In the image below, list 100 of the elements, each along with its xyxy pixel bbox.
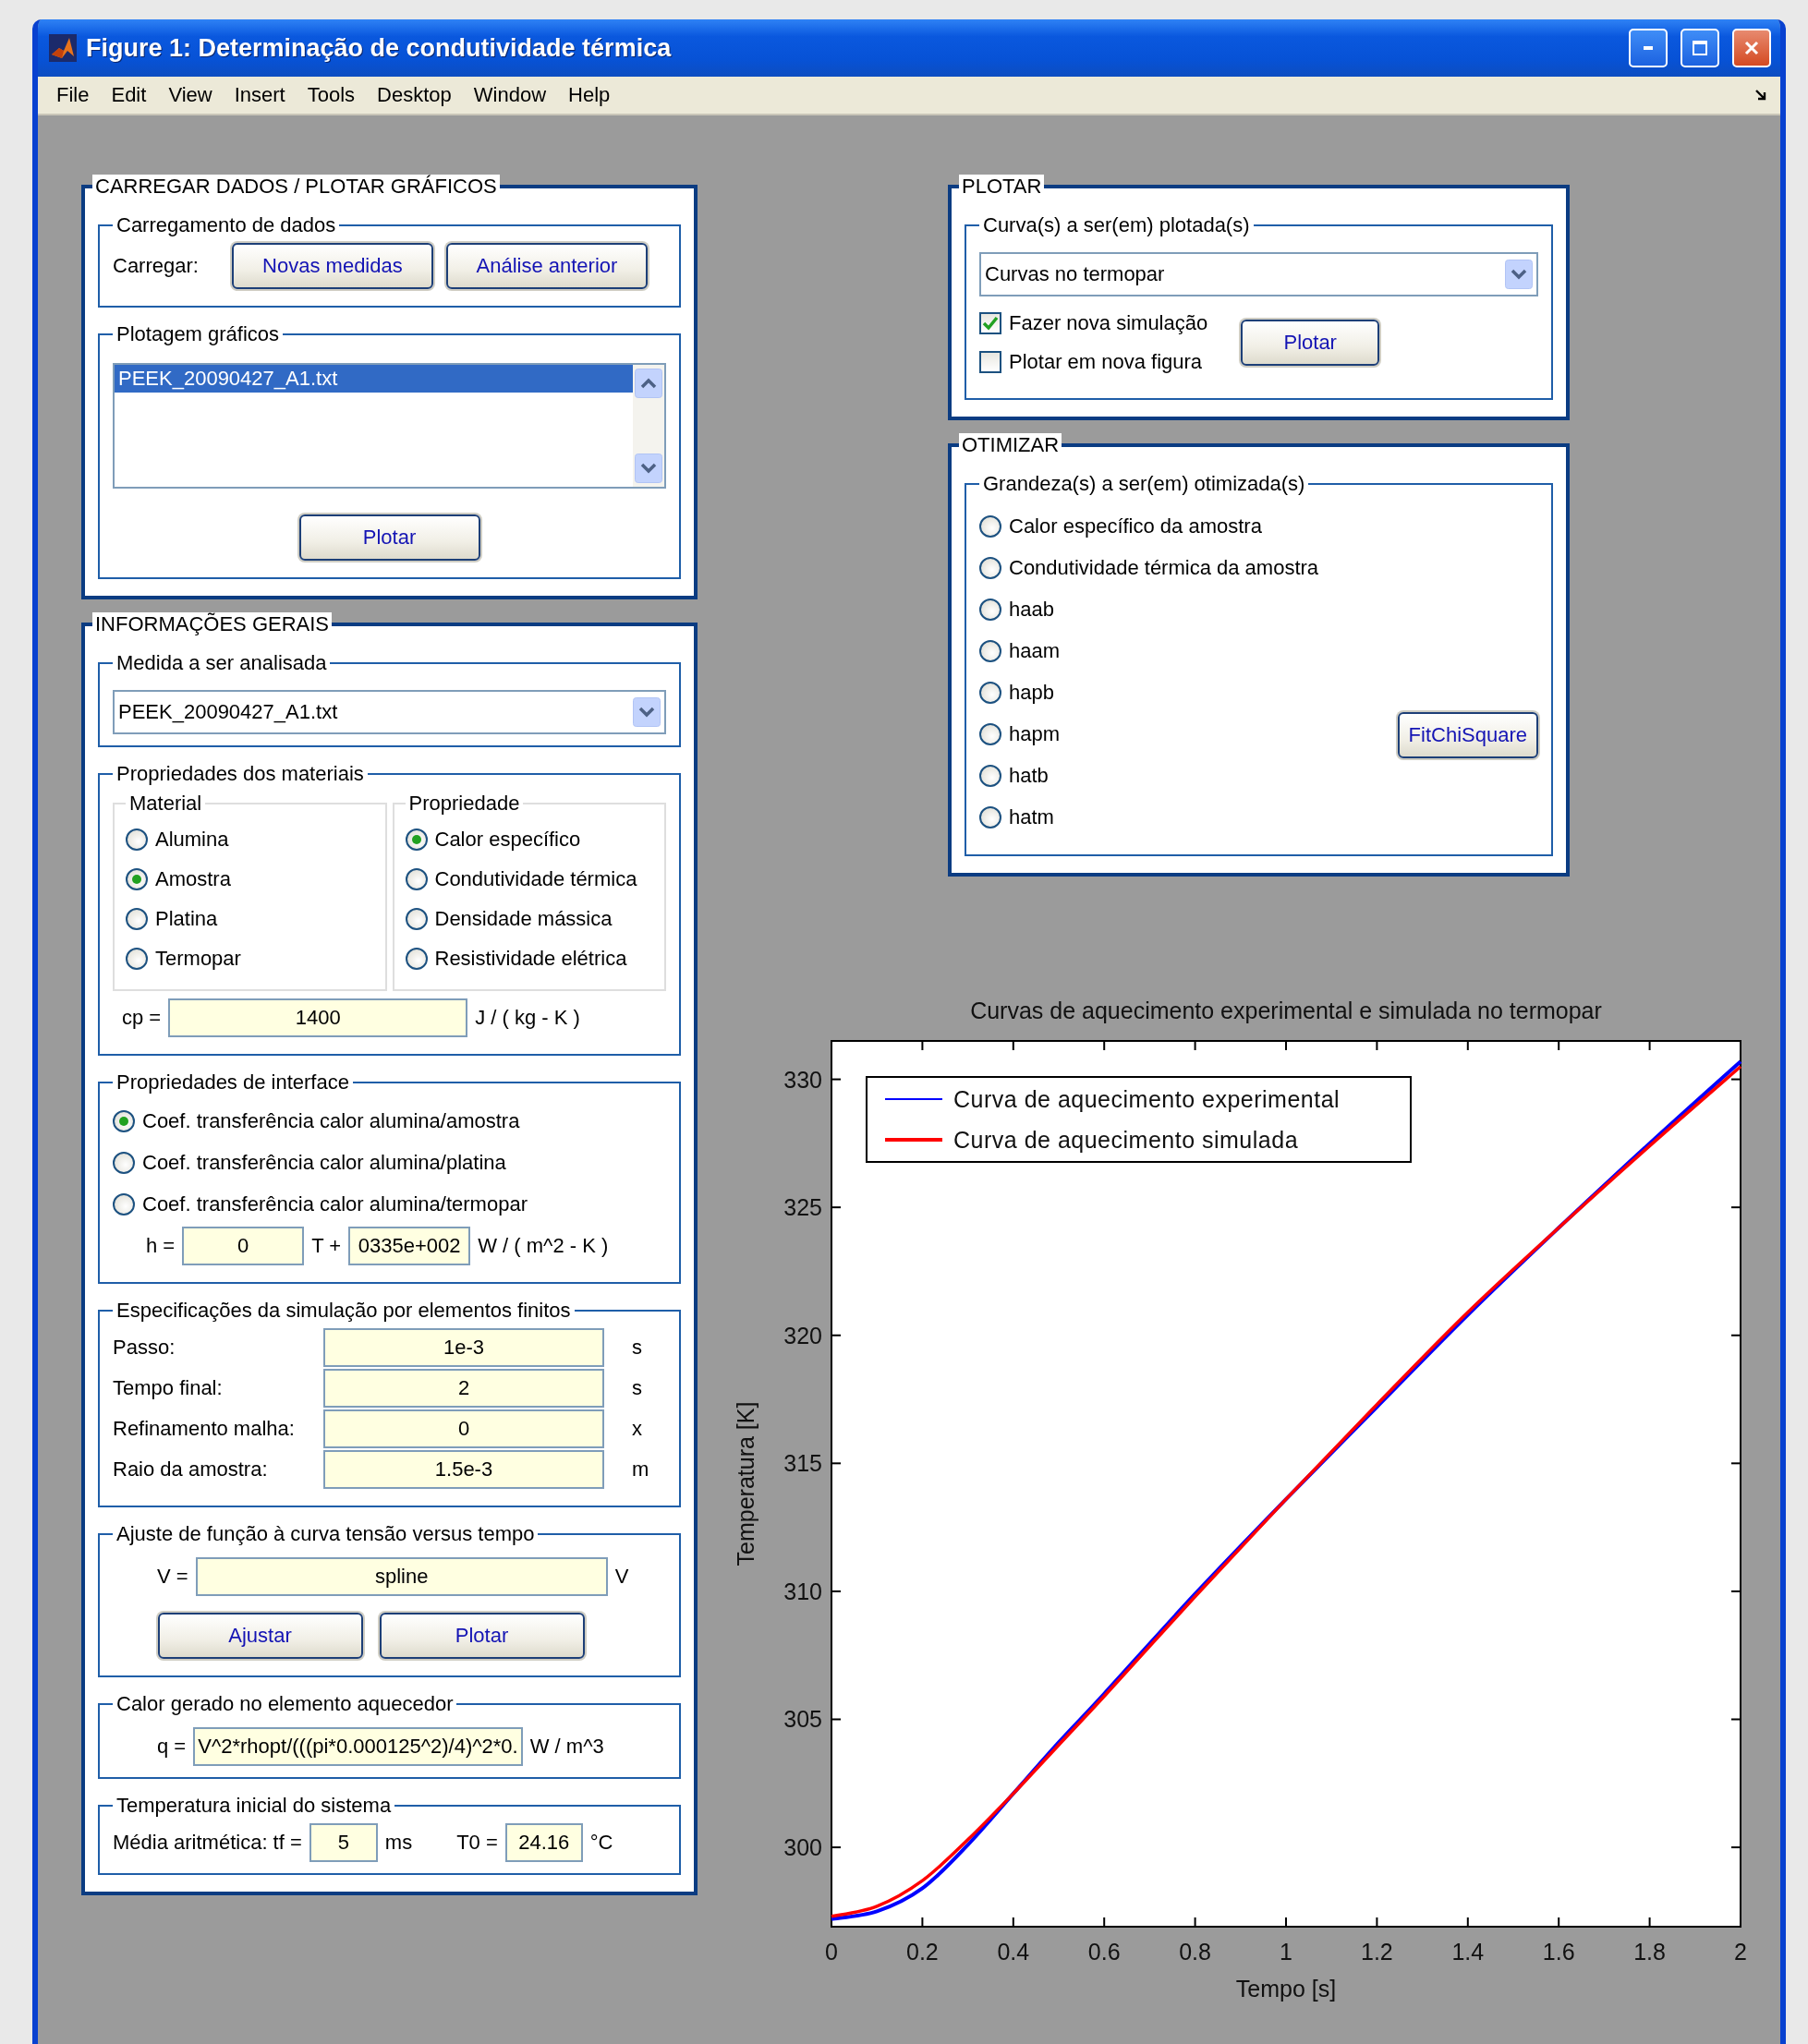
- dropdown[interactable]: PEEK_20090427_A1.txt: [113, 690, 666, 734]
- menu-item[interactable]: Window: [462, 83, 558, 107]
- field-label: V =: [157, 1565, 188, 1589]
- tick-label: 0.4: [997, 1939, 1030, 1965]
- maximize-button[interactable]: [1681, 29, 1719, 67]
- dock-arrow-icon[interactable]: [1754, 89, 1767, 102]
- scroll-down-icon[interactable]: [635, 454, 662, 483]
- unit-label: x: [631, 1417, 643, 1441]
- file-list[interactable]: PEEK_20090427_A1.txt: [113, 363, 666, 489]
- input-field[interactable]: 0: [182, 1227, 305, 1265]
- plot-button[interactable]: Plotar: [298, 514, 480, 561]
- scroll-up-icon[interactable]: [635, 369, 662, 398]
- unit-label: W / ( m^2 - K ): [478, 1234, 609, 1258]
- tick-label: 300: [783, 1834, 822, 1861]
- group-title: Propriedades de interface: [115, 1070, 350, 1095]
- fit-button[interactable]: FitChiSquare: [1397, 712, 1538, 758]
- menu-item[interactable]: Help: [557, 83, 622, 107]
- checkbox[interactable]: [979, 312, 1001, 334]
- radio-button[interactable]: [113, 1151, 135, 1174]
- option-label: Alumina: [155, 827, 229, 852]
- menu-item[interactable]: File: [45, 83, 101, 107]
- input-field[interactable]: 2: [323, 1369, 604, 1408]
- minimize-button[interactable]: [1629, 29, 1668, 67]
- close-icon: [1742, 39, 1761, 57]
- unit-label: s: [631, 1376, 643, 1400]
- radio-button[interactable]: [979, 598, 1001, 621]
- radio-button[interactable]: [979, 764, 1001, 787]
- option-label: Densidade mássica: [434, 906, 613, 931]
- field-label: cp =: [122, 1006, 162, 1030]
- chevron-down-icon: [633, 697, 661, 727]
- radio-button[interactable]: [405, 867, 428, 890]
- group-title: Temperatura inicial do sistema: [115, 1794, 393, 1818]
- tick-label: 1: [1280, 1939, 1292, 1965]
- radio-button[interactable]: [405, 828, 428, 851]
- radio-button[interactable]: [979, 681, 1001, 704]
- tick-label: 320: [783, 1322, 822, 1349]
- close-button[interactable]: [1732, 29, 1771, 67]
- unit-label: m: [631, 1457, 650, 1482]
- input-field[interactable]: 1e-3: [323, 1328, 604, 1367]
- input-field[interactable]: spline: [195, 1557, 608, 1596]
- tick-label: 1.4: [1451, 1939, 1485, 1965]
- option-label: Amostra: [155, 866, 231, 891]
- window-title: Figure 1: Determinação de condutividade térmica: [86, 33, 672, 63]
- radio-button[interactable]: [405, 947, 428, 970]
- option-label: Condutividade térmica da amostra: [1009, 555, 1319, 580]
- option-label: Termopar: [155, 946, 241, 971]
- radio-button[interactable]: [979, 722, 1001, 745]
- menu-item[interactable]: Edit: [100, 83, 158, 107]
- field-label: Raio da amostra:: [113, 1457, 269, 1482]
- input-field[interactable]: 5: [309, 1823, 378, 1862]
- dropdown[interactable]: Curvas no termopar: [979, 252, 1538, 296]
- radio-button[interactable]: [126, 867, 148, 890]
- radio-button[interactable]: [126, 907, 148, 930]
- input-field[interactable]: 24.16: [504, 1823, 583, 1862]
- radio-button[interactable]: [126, 828, 148, 851]
- field-label: Carregar:: [113, 254, 199, 278]
- tick-label: 1.2: [1361, 1939, 1393, 1965]
- radio-button[interactable]: [979, 514, 1001, 538]
- radio-button[interactable]: [979, 805, 1001, 828]
- load-button[interactable]: Análise anterior: [445, 243, 648, 289]
- tick-label: 310: [783, 1578, 822, 1604]
- menu-item[interactable]: Insert: [223, 83, 297, 107]
- unit-label: ms: [384, 1831, 413, 1855]
- unit-label: W / m^3: [529, 1735, 604, 1759]
- unit-label: V: [614, 1565, 629, 1589]
- option-label: Coef. transferência calor alumina/termopar: [142, 1191, 528, 1216]
- group-title: Carregamento de dados: [115, 213, 337, 237]
- radio-button[interactable]: [405, 907, 428, 930]
- input-field[interactable]: 1.5e-3: [323, 1450, 604, 1489]
- plot-button[interactable]: Plotar: [1241, 320, 1380, 366]
- group-title: Material: [128, 792, 203, 816]
- field-label: h =: [146, 1234, 176, 1258]
- menu-item[interactable]: Tools: [296, 83, 367, 107]
- checkbox[interactable]: [979, 351, 1001, 373]
- menu-item[interactable]: View: [157, 83, 224, 107]
- action-button[interactable]: Ajustar: [157, 1613, 363, 1659]
- chevron-down-icon: [1505, 260, 1533, 289]
- menu-item[interactable]: Desktop: [366, 83, 463, 107]
- load-button[interactable]: Novas medidas: [231, 243, 433, 289]
- input-field[interactable]: 0335e+002: [348, 1227, 471, 1265]
- panel-title: INFORMAÇÕES GERAIS: [92, 612, 333, 636]
- action-button[interactable]: Plotar: [379, 1613, 585, 1659]
- option-label: hatb: [1009, 763, 1049, 788]
- radio-button[interactable]: [113, 1109, 135, 1132]
- input-field[interactable]: 0: [323, 1409, 604, 1448]
- group-title: Ajuste de função à curva tensão versus tempo: [115, 1522, 536, 1546]
- list-item[interactable]: PEEK_20090427_A1.txt: [115, 365, 633, 393]
- radio-button[interactable]: [126, 947, 148, 970]
- input-field[interactable]: 1400: [168, 998, 468, 1037]
- option-label: Coef. transferência calor alumina/platina: [142, 1150, 506, 1175]
- radio-button[interactable]: [979, 556, 1001, 579]
- group-title: Calor gerado no elemento aquecedor: [115, 1692, 455, 1716]
- radio-button[interactable]: [979, 639, 1001, 662]
- legend-label: Curva de aquecimento experimental: [953, 1086, 1341, 1112]
- field-label: q =: [157, 1735, 187, 1759]
- option-label: hapb: [1009, 680, 1054, 705]
- scrollbar[interactable]: [633, 365, 664, 487]
- radio-button[interactable]: [113, 1192, 135, 1216]
- option-label: Plotar em nova figura: [1009, 350, 1203, 374]
- input-field[interactable]: V^2*rhopt/(((pi*0.000125^2)/4)^2*0.: [193, 1727, 523, 1766]
